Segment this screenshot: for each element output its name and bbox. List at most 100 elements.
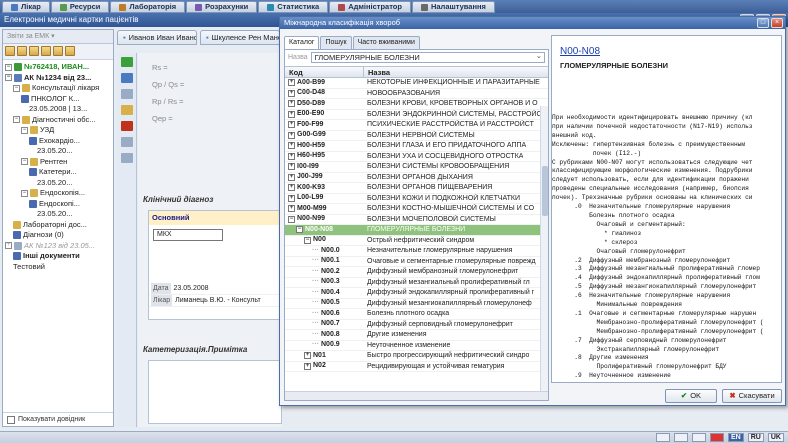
tree-node[interactable]: − №762418, ИВАН... [3, 62, 113, 73]
expand-toggle[interactable]: + [288, 184, 295, 192]
icd-tab[interactable]: Часто вживаними [352, 36, 420, 49]
icd-row[interactable]: − N00 Острый нефритический синдром [285, 236, 548, 246]
tree-node[interactable]: − Консультації лікаря [3, 83, 113, 94]
folder-refresh-icon[interactable] [53, 46, 63, 56]
document-tab[interactable]: ▪Шкуленсе Рен Манев...× [200, 30, 280, 45]
form-field[interactable]: Rs = [138, 59, 282, 76]
dialog-close-button[interactable]: × [771, 18, 783, 28]
tree-node[interactable]: − Ендоскопія... [3, 188, 113, 199]
tree-node[interactable]: Лабораторні дос... [3, 220, 113, 231]
icd-horizontal-scrollbar[interactable] [285, 391, 548, 400]
print-icon[interactable] [121, 137, 133, 147]
tree-node[interactable]: − АК №1234 від 23... [3, 73, 113, 84]
expand-toggle[interactable]: − [21, 126, 28, 134]
icd-vertical-scrollbar[interactable] [540, 106, 548, 391]
expand-toggle[interactable]: − [5, 63, 12, 71]
icd-tab[interactable]: Пошук [320, 36, 352, 49]
icd-row[interactable]: + L00-L99 БОЛЕЗНИ КОЖИ И ПОДКОЖНОЙ КЛЕТЧАТ… [285, 194, 548, 204]
tree-node[interactable]: Катетери... [3, 167, 113, 178]
icd-row[interactable]: + N01 Быстро прогрессирующий нефритический… [285, 351, 548, 362]
show-hint-option[interactable]: Показувати довідник [3, 412, 113, 426]
expand-toggle[interactable]: − [5, 74, 12, 82]
tree-node[interactable]: Ендоскопі... [3, 199, 113, 210]
tree-node[interactable]: Діагнози (0) [3, 230, 113, 241]
lang-button[interactable]: RU [747, 433, 764, 442]
icd-tab[interactable]: Каталог [284, 36, 320, 49]
col-code-header[interactable]: Код [285, 67, 364, 77]
expand-toggle[interactable]: + [288, 79, 295, 87]
folder-delete-icon[interactable] [65, 46, 75, 56]
icd-row[interactable]: ··· N00.0 Незначительные гломерулярные нар… [285, 246, 548, 257]
tree-node[interactable]: 23.05.20... [3, 178, 113, 189]
icd-row[interactable]: ··· N00.9 Неуточненное изменение [285, 341, 548, 351]
emk-reports-dropdown[interactable]: Звіти за ЕМК ▾ [3, 30, 113, 44]
expand-toggle[interactable]: + [304, 352, 311, 360]
cancel-button[interactable]: ✖ Скасувати [722, 389, 782, 403]
icd-row[interactable]: + J00-J99 БОЛЕЗНИ ОРГАНОВ ДЫХАНИЯ [285, 173, 548, 183]
expand-toggle[interactable]: − [13, 84, 20, 92]
tree-node[interactable]: − Діагностичні обс... [3, 115, 113, 126]
ok-button[interactable]: ✔ OK [665, 389, 717, 403]
expand-toggle[interactable]: − [21, 158, 28, 166]
document-tab[interactable]: ▪Иванов Иван Иванов...× [117, 30, 197, 45]
doctor-value[interactable]: Лиманець В.Ю. - Консульт [175, 295, 261, 306]
expand-toggle[interactable]: − [296, 226, 303, 234]
menu-item-0[interactable]: Лікар [2, 1, 50, 13]
folder-add-icon[interactable] [17, 46, 27, 56]
expand-toggle[interactable]: + [5, 242, 12, 250]
icd-row[interactable]: + A00-B99 НЕКОТОРЫЕ ИНФЕКЦИОННЫЕ И ПАРАЗИТ… [285, 78, 548, 89]
icd-row[interactable]: + H60-H95 БОЛЕЗНИ УХА И СОСЦЕВИДНОГО ОТРОС… [285, 152, 548, 162]
folder-open-icon[interactable] [29, 46, 39, 56]
menu-item-4[interactable]: Статистика [258, 1, 329, 13]
catheterization-note-box[interactable] [148, 360, 282, 424]
menu-item-3[interactable]: Розрахунки [186, 1, 258, 13]
save-icon[interactable] [121, 73, 133, 83]
tree-node[interactable]: 23.05.20... [3, 209, 113, 220]
expand-toggle[interactable]: + [288, 163, 295, 171]
detail-code-link[interactable]: N00-N08 [552, 36, 781, 57]
tree-node[interactable]: 23.05.20... [3, 146, 113, 157]
menu-item-1[interactable]: Ресурси [50, 1, 110, 13]
form-field[interactable]: Rp / Rs = [138, 93, 282, 110]
add-icon[interactable] [121, 57, 133, 67]
icd-row[interactable]: + M00-M99 БОЛЕЗНИ КОСТНО-МЫШЕЧНОЙ СИСТЕМЫ … [285, 204, 548, 215]
edit-icon[interactable] [121, 105, 133, 115]
menu-item-2[interactable]: Лабораторія [110, 1, 186, 13]
col-name-header[interactable]: Назва [364, 67, 390, 77]
tree-node[interactable]: − УЗД [3, 125, 113, 136]
form-field[interactable]: Qp / Qs = [138, 76, 282, 93]
icd-row[interactable]: + N02 Рецидивирующая и устойчивая гематури… [285, 362, 548, 372]
folder-up-icon[interactable] [41, 46, 51, 56]
expand-toggle[interactable]: + [288, 110, 295, 118]
icd-row[interactable]: + C00-D48 НОВООБРАЗОВАНИЯ [285, 89, 548, 99]
tree-node[interactable]: − Рентген [3, 157, 113, 168]
expand-toggle[interactable]: + [288, 173, 295, 181]
filter-select[interactable]: ГЛОМЕРУЛЯРНЫЕ БОЛЕЗНИ [310, 51, 545, 63]
icd-row[interactable]: ··· N00.8 Другие изменения [285, 330, 548, 341]
icd-row[interactable]: ··· N00.5 Диффузный мезангиокапиллярный гл… [285, 299, 548, 309]
tree-node[interactable]: Ехокардіо... [3, 136, 113, 147]
folder-icon[interactable] [5, 46, 15, 56]
tree-node[interactable]: 23.05.2008 | 13... [3, 104, 113, 115]
expand-toggle[interactable]: + [288, 121, 295, 129]
icd-row[interactable]: ··· N00.2 Диффузный мембранозный гломеруло… [285, 267, 548, 278]
icd-row[interactable]: − N00-N99 БОЛЕЗНИ МОЧЕПОЛОВОЙ СИСТЕМЫ [285, 215, 548, 225]
icd-row[interactable]: ··· N00.1 Очаговые и сегментарные гломерул… [285, 257, 548, 267]
expand-toggle[interactable]: − [21, 189, 28, 197]
lang-button[interactable]: EN [728, 433, 744, 442]
icd-row[interactable]: + D50-D89 БОЛЕЗНИ КРОВИ, КРОВЕТВОРНЫХ ОРГА… [285, 99, 548, 110]
show-hint-checkbox[interactable] [7, 415, 15, 424]
lang-button[interactable]: UK [767, 433, 784, 442]
tree-node[interactable]: Інші документи [3, 251, 113, 262]
expand-toggle[interactable]: + [288, 152, 295, 160]
icd-row[interactable]: + G00-G99 БОЛЕЗНИ НЕРВНОЙ СИСТЕМЫ [285, 131, 548, 141]
icd-row[interactable]: + H00-H59 БОЛЕЗНИ ГЛАЗА И ЕГО ПРИДАТОЧНОГО… [285, 141, 548, 152]
expand-toggle[interactable]: + [304, 362, 311, 370]
icd-row[interactable]: ··· N00.4 Диффузный эндокапиллярный пролиф… [285, 288, 548, 299]
delete-icon[interactable] [121, 121, 133, 131]
icd-row[interactable]: + F00-F99 ПСИХИЧЕСКИЕ РАССТРОЙСТВА И РАССТ… [285, 120, 548, 131]
expand-toggle[interactable]: + [288, 142, 295, 150]
icd-row[interactable]: − N00-N08 ГЛОМЕРУЛЯРНЫЕ БОЛЕЗНИ [285, 225, 548, 236]
expand-toggle[interactable]: + [288, 100, 295, 108]
icd-row[interactable]: ··· N00.6 Болезнь плотного осадка [285, 309, 548, 320]
